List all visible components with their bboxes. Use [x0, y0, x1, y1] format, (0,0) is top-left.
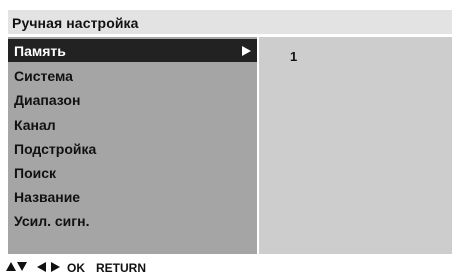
return-hint: RETURN [96, 261, 146, 275]
menu-item-booster[interactable]: Усил. сигн. [8, 209, 257, 232]
menu-item-label: Усил. сигн. [14, 213, 90, 229]
menu-item-channel[interactable]: Канал [8, 113, 257, 136]
menu-item-system[interactable]: Система [8, 64, 257, 87]
menu-item-label: Диапазон [14, 92, 81, 108]
menu-item-label: Система [14, 68, 73, 84]
memory-value: 1 [290, 49, 298, 64]
menu-item-band[interactable]: Диапазон [8, 88, 257, 111]
arrow-down-icon [17, 262, 27, 271]
arrow-right-icon [51, 262, 60, 272]
page-title: Ручная настройка [12, 15, 139, 31]
menu-item-label: Подстройка [14, 141, 97, 157]
ok-hint: OK [67, 261, 85, 275]
manual-tuning-screen: Ручная настройка Память Система Диапазон… [0, 0, 458, 275]
menu-item-memory[interactable]: Память [8, 39, 257, 62]
title-bar: Ручная настройка [8, 10, 452, 34]
menu-item-name[interactable]: Название [8, 185, 257, 208]
menu-item-search[interactable]: Поиск [8, 161, 257, 184]
menu-item-fine-tune[interactable]: Подстройка [8, 137, 257, 160]
submenu-arrow-icon [242, 46, 251, 56]
arrow-up-icon [6, 262, 16, 271]
arrow-left-icon [37, 262, 46, 272]
menu-item-label: Название [14, 189, 81, 205]
menu-panel: Память Система Диапазон Канал Подстройка… [8, 37, 257, 254]
menu-item-label: Поиск [14, 165, 57, 181]
value-panel: 1 [259, 37, 452, 254]
menu-item-label: Память [14, 43, 66, 59]
menu-item-label: Канал [14, 117, 56, 133]
